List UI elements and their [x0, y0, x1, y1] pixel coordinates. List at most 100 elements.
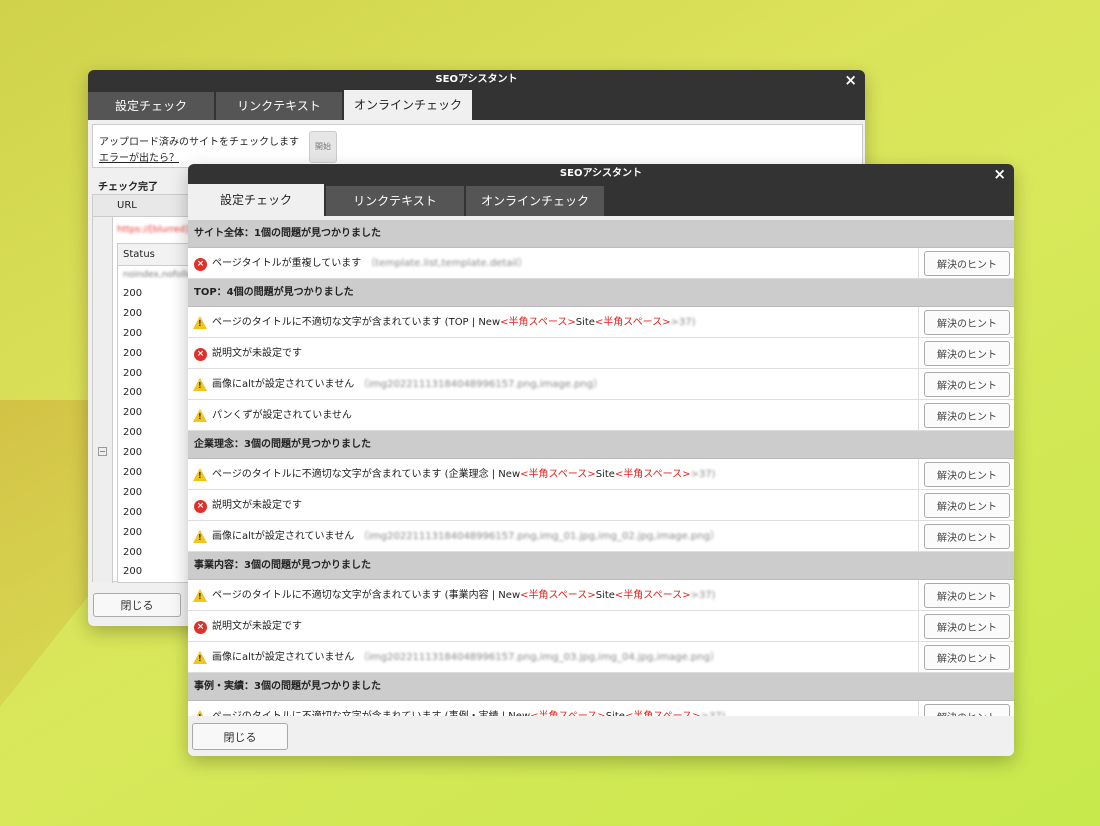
warning-icon: !	[193, 409, 207, 422]
hint-cell: 解決のヒント	[919, 490, 1014, 520]
solution-hint-button[interactable]: 解決のヒント	[924, 493, 1010, 518]
tab-settings-check[interactable]: 設定チェック	[188, 184, 324, 216]
status-cell: 200	[123, 506, 143, 518]
solution-hint-button[interactable]: 解決のヒント	[924, 583, 1010, 608]
issue-message: 説明文が未設定です	[212, 338, 919, 368]
invalid-char-marker: <半角スペース>	[594, 317, 671, 328]
solution-hint-button[interactable]: 解決のヒント	[924, 310, 1010, 335]
issue-row: !ページのタイトルに不適切な文字が含まれています (事例・実績 | New<半角…	[188, 701, 1014, 716]
start-button[interactable]: 開始	[309, 131, 337, 163]
hint-cell: 解決のヒント	[919, 580, 1014, 610]
result-url[interactable]: https://[blurred]	[117, 225, 189, 235]
issue-text: 画像にaltが設定されていません	[212, 531, 355, 542]
hint-cell: 解決のヒント	[919, 400, 1014, 430]
status-cell: 200	[123, 347, 143, 359]
close-button[interactable]: 閉じる	[192, 723, 288, 750]
icon-cell: !	[188, 521, 212, 551]
issue-row: × 説明文が未設定です 解決のヒント	[188, 611, 1014, 642]
invalid-char-marker: <半角スペース>	[500, 317, 576, 328]
icon-cell: ×	[188, 248, 212, 278]
warning-icon: !	[193, 468, 207, 481]
issue-detail: >37)	[670, 317, 696, 328]
status-cell: 200	[123, 447, 143, 459]
error-icon: ×	[194, 621, 207, 634]
error-help-link[interactable]: エラーが出たら？	[99, 149, 179, 164]
issue-message: ページのタイトルに不適切な文字が含まれています (企業理念 | New<半角スペ…	[212, 459, 919, 489]
tab-link-text[interactable]: リンクテキスト	[326, 186, 464, 216]
icon-cell: !	[188, 307, 212, 337]
invalid-char-marker: <半角スペース>	[614, 469, 691, 480]
solution-hint-button[interactable]: 解決のヒント	[924, 524, 1010, 549]
issue-message: ページのタイトルに不適切な文字が含まれています (TOP | New<半角スペー…	[212, 307, 919, 337]
issue-text: ページタイトルが重複しています	[212, 258, 362, 269]
tree-column: −	[93, 217, 113, 583]
issue-row: × 説明文が未設定です 解決のヒント	[188, 490, 1014, 521]
issue-message: ページタイトルが重複しています （template.list,template.d…	[212, 248, 919, 278]
solution-hint-button[interactable]: 解決のヒント	[924, 704, 1010, 716]
window-title: SEOアシスタント	[435, 74, 518, 85]
invalid-char-marker: <半角スペース>	[520, 590, 596, 601]
title-bar: SEOアシスタント ×	[88, 70, 865, 90]
issue-text: パンくずが設定されていません	[212, 410, 352, 421]
tab-online-check[interactable]: オンラインチェック	[466, 186, 604, 216]
icon-cell: !	[188, 701, 212, 716]
hint-cell: 解決のヒント	[919, 642, 1014, 672]
issue-row: ! 画像にaltが設定されていません （img2022111318404899615…	[188, 521, 1014, 552]
issue-message: 画像にaltが設定されていません （img20221113184048996157…	[212, 521, 919, 551]
issue-message: ページのタイトルに不適切な文字が含まれています (事業内容 | New<半角スペ…	[212, 580, 919, 610]
status-cell: 200	[123, 327, 143, 339]
issue-row: ! ページのタイトルに不適切な文字が含まれています (事業内容 | New<半角ス…	[188, 580, 1014, 611]
status-cell: 200	[123, 526, 143, 538]
issue-row: ! 画像にaltが設定されていません （img2022111318404899615…	[188, 369, 1014, 400]
icon-cell: !	[188, 459, 212, 489]
issue-text: 画像にaltが設定されていません	[212, 379, 355, 390]
error-icon: ×	[194, 500, 207, 513]
tab-online-check[interactable]: オンラインチェック	[344, 90, 472, 120]
online-check-description: アップロード済みのサイトをチェックします	[99, 137, 299, 148]
seo-assistant-window-front: SEOアシスタント × 設定チェック リンクテキスト オンラインチェック サイト…	[188, 164, 1014, 756]
solution-hint-button[interactable]: 解決のヒント	[924, 403, 1010, 428]
solution-hint-button[interactable]: 解決のヒント	[924, 372, 1010, 397]
issue-text: 説明文が未設定です	[212, 621, 302, 632]
window-title: SEOアシスタント	[559, 168, 643, 179]
issue-message: 画像にaltが設定されていません （img20221113184048996157…	[212, 642, 919, 672]
solution-hint-button[interactable]: 解決のヒント	[924, 645, 1010, 670]
issue-message: 画像にaltが設定されていません （img20221113184048996157…	[212, 369, 919, 399]
hint-cell: 解決のヒント	[919, 701, 1014, 716]
section-header: 事例・実績：3個の問題が見つかりました	[188, 673, 1014, 701]
warning-icon: !	[193, 651, 207, 664]
icon-cell: !	[188, 580, 212, 610]
close-icon[interactable]: ×	[844, 72, 857, 88]
solution-hint-button[interactable]: 解決のヒント	[924, 341, 1010, 366]
tab-link-text[interactable]: リンクテキスト	[216, 92, 342, 120]
issues-list[interactable]: サイト全体：1個の問題が見つかりました × ページタイトルが重複しています （temp…	[188, 220, 1014, 716]
issue-text: Site	[595, 469, 615, 480]
hint-cell: 解決のヒント	[919, 248, 1014, 278]
check-complete-label: チェック完了	[98, 182, 158, 193]
solution-hint-button[interactable]: 解決のヒント	[924, 462, 1010, 487]
issue-text: 説明文が未設定です	[212, 348, 302, 359]
status-cell: 200	[123, 367, 143, 379]
issue-text: Site	[595, 590, 615, 601]
icon-cell: ×	[188, 338, 212, 368]
footer: 閉じる	[93, 593, 181, 617]
close-icon[interactable]: ×	[993, 166, 1006, 182]
issue-detail: >37)	[690, 469, 716, 480]
status-cell: 200	[123, 427, 143, 439]
tab-bar: 設定チェック リンクテキスト オンラインチェック	[88, 90, 865, 120]
status-cell: 200	[123, 566, 143, 578]
issue-text: 画像にaltが設定されていません	[212, 652, 355, 663]
close-button[interactable]: 閉じる	[93, 593, 181, 617]
status-cell: 200	[123, 546, 143, 558]
tab-settings-check[interactable]: 設定チェック	[88, 92, 214, 120]
issue-detail: （img20221113184048996157.png,img_03.jpg,…	[358, 652, 720, 663]
solution-hint-button[interactable]: 解決のヒント	[924, 251, 1010, 276]
icon-cell: !	[188, 642, 212, 672]
solution-hint-button[interactable]: 解決のヒント	[924, 614, 1010, 639]
collapse-icon[interactable]: −	[98, 447, 107, 456]
issue-text: ページのタイトルに不適切な文字が含まれています (TOP | New	[212, 317, 501, 328]
issue-message: 説明文が未設定です	[212, 611, 919, 641]
status-cell: noindex,nofollow	[123, 270, 200, 280]
status-cell: 200	[123, 307, 143, 319]
warning-icon: !	[193, 589, 207, 602]
